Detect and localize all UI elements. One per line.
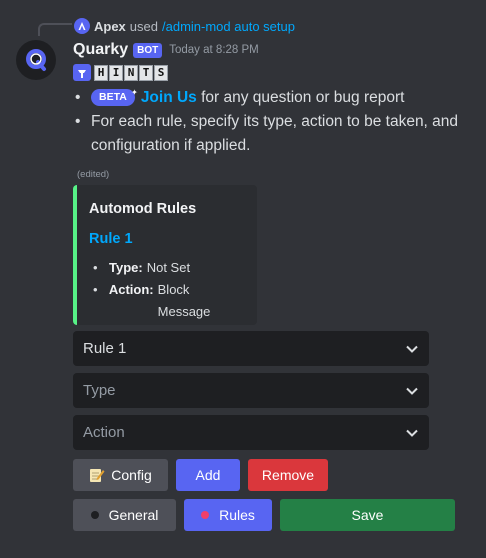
remove-button-label: Remove [261,467,315,483]
hints-heading: H I N T S [73,64,169,81]
beta-label: BETA [99,91,127,103]
action-select[interactable]: Action [73,415,429,450]
timestamp[interactable]: Today at 8:28 PM [169,44,259,56]
type-value: Not Set [146,260,191,275]
discord-message-frame: Apex used /admin-mod auto setup Quarky B… [0,0,486,558]
config-button-label: Config [111,467,152,483]
edited-marker[interactable]: (edited) [77,169,109,180]
rule-select[interactable]: Rule 1 [73,331,429,366]
embed-rule-name: Rule 1 [89,231,133,247]
message-header: Quarky BOT Today at 8:28 PM [73,39,259,61]
chevron-down-icon [405,342,419,356]
automod-embed: Automod Rules Rule 1 • Type: Not Set • A… [73,185,257,325]
action-label: Action: [108,282,154,297]
sparkle-icon: ✦ [131,88,138,97]
bullet-dot: • [93,260,98,275]
beta-badge: BETA ✦ [91,88,138,106]
hint-letter: I [109,64,123,81]
add-button[interactable]: Add [176,459,240,491]
apex-avatar-icon[interactable] [74,18,90,34]
hint-letter: H [94,64,108,81]
reply-author[interactable]: Apex [94,19,126,34]
lightbulb-icon [73,64,91,81]
rules-button[interactable]: Rules [184,499,272,531]
rule-select-value: Rule 1 [83,340,127,357]
type-select-placeholder: Type [83,382,116,399]
list-item: • BETA ✦ Join Us for any question or bug r… [73,86,473,110]
list-item: • Type: Not Set [89,257,245,279]
type-select[interactable]: Type [73,373,429,408]
bullet-dot: • [75,89,81,106]
add-button-label: Add [195,467,221,483]
chevron-down-icon [405,384,419,398]
red-circle-icon [201,511,210,519]
general-button-label: General [108,507,159,523]
rule-instructions: For each rule, specify its type, action … [91,113,459,154]
memo-icon [89,467,105,483]
hint-letter: S [154,64,168,81]
reply-command[interactable]: /admin-mod auto setup [162,19,295,34]
config-button[interactable]: Config [73,459,168,491]
remove-button[interactable]: Remove [248,459,328,491]
rules-button-label: Rules [219,507,255,523]
quarky-avatar[interactable] [16,40,56,80]
embed-fields: • Type: Not Set • Action: Block Message [89,257,245,323]
join-us-link[interactable]: Join Us [141,89,197,106]
chevron-down-icon [405,426,419,440]
type-label: Type: [109,260,143,275]
username[interactable]: Quarky [73,41,128,59]
bot-tag: BOT [133,42,163,58]
list-item: • Action: Block Message [89,279,245,323]
reply-verb: used [129,18,158,34]
save-button[interactable]: Save [280,499,455,531]
general-button[interactable]: General [73,499,176,531]
save-button-label: Save [351,507,384,523]
action-value: Block Message [157,282,211,319]
quarky-q-icon [26,49,46,71]
bullet-dot: • [93,282,98,297]
list-item: • For each rule, specify its type, actio… [73,110,473,158]
bullet-dot: • [75,113,81,130]
join-description: for any question or bug report [201,89,405,106]
reply-connector [38,23,72,36]
reply-context[interactable]: Apex used /admin-mod auto setup [74,17,295,35]
hint-bullets: • BETA ✦ Join Us for any question or bug r… [73,86,473,158]
black-circle-icon [90,511,99,519]
hint-letter: T [139,64,153,81]
action-select-placeholder: Action [83,424,125,441]
hint-letter: N [124,64,138,81]
embed-title: Automod Rules [89,201,197,217]
